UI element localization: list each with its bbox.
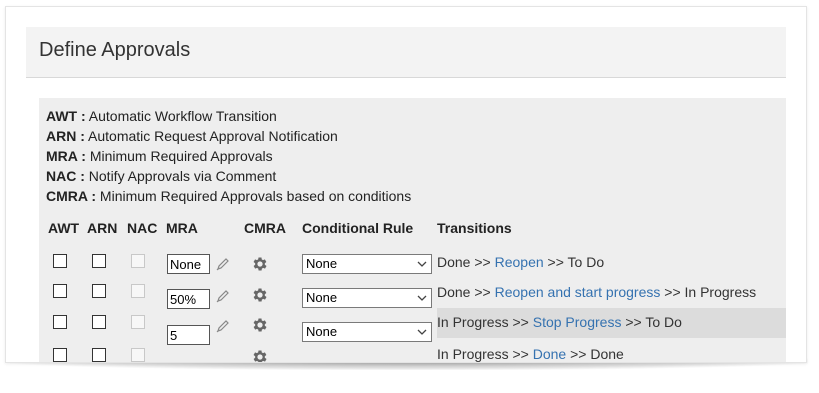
conditional-rule-select[interactable]: None — [302, 254, 432, 274]
column-header-cmra: CMRA — [244, 220, 286, 236]
awt-checkbox[interactable] — [53, 348, 67, 362]
transition-label: Done >> Reopen >> To Do — [437, 254, 605, 270]
gear-icon[interactable] — [251, 286, 269, 304]
table-row: In Progress >> Done >> Done — [39, 338, 786, 363]
transition-link[interactable]: Stop Progress — [533, 314, 622, 330]
arn-checkbox[interactable] — [92, 348, 106, 362]
arn-checkbox[interactable] — [92, 315, 106, 329]
arn-checkbox[interactable] — [92, 254, 106, 268]
arn-checkbox[interactable] — [92, 284, 106, 298]
conditional-rule-select[interactable]: None — [302, 288, 432, 308]
gear-icon[interactable] — [251, 348, 269, 363]
gear-icon[interactable] — [251, 255, 269, 273]
legend-item: ARN : Automatic Request Approval Notific… — [46, 128, 338, 144]
legend-item: MRA : Minimum Required Approvals — [46, 148, 273, 164]
column-header-awt: AWT — [48, 220, 80, 236]
column-header-nac: NAC — [127, 220, 158, 236]
column-header-transitions: Transitions — [437, 220, 512, 236]
transition-label: In Progress >> Done >> Done — [437, 346, 624, 362]
transition-link[interactable]: Done — [533, 346, 566, 362]
awt-checkbox[interactable] — [53, 254, 67, 268]
column-header-arn: ARN — [87, 220, 118, 236]
legend-item: CMRA : Minimum Required Approvals based … — [46, 188, 412, 204]
pencil-icon[interactable] — [215, 318, 231, 334]
nac-checkbox[interactable] — [131, 284, 145, 298]
chevron-down-icon — [417, 329, 427, 335]
page-title: Define Approvals — [39, 39, 191, 61]
legend: AWT : Automatic Workflow Transition ARN … — [46, 106, 411, 206]
gear-icon[interactable] — [251, 316, 269, 334]
approvals-card: Define Approvals AWT : Automatic Workflo… — [5, 6, 807, 363]
table-row: None None Done >> Reopen >> To Do — [39, 248, 786, 278]
transition-label: In Progress >> Stop Progress >> To Do — [437, 314, 682, 330]
pencil-icon[interactable] — [215, 288, 231, 304]
transition-link[interactable]: Reopen and start progress — [495, 284, 661, 300]
transition-link[interactable]: Reopen — [495, 254, 544, 270]
card-header: Define Approvals — [26, 27, 786, 78]
mra-input[interactable]: 50% — [167, 289, 210, 309]
legend-item: AWT : Automatic Workflow Transition — [46, 108, 277, 124]
pencil-icon[interactable] — [215, 256, 231, 272]
awt-checkbox[interactable] — [53, 315, 67, 329]
nac-checkbox[interactable] — [131, 315, 145, 329]
transition-label: Done >> Reopen and start progress >> In … — [437, 284, 757, 300]
table-row: 50% None Done >> Reopen and start progre… — [39, 278, 786, 309]
column-header-conditional-rule: Conditional Rule — [302, 220, 414, 236]
mra-input[interactable]: None — [167, 254, 210, 274]
awt-checkbox[interactable] — [53, 284, 67, 298]
column-header-mra: MRA — [166, 220, 198, 236]
table-row: 5 None In Progress >> Stop Progress >> T… — [39, 308, 786, 345]
chevron-down-icon — [417, 295, 427, 301]
legend-item: NAC : Notify Approvals via Comment — [46, 168, 277, 184]
nac-checkbox[interactable] — [131, 348, 145, 362]
chevron-down-icon — [417, 261, 427, 267]
nac-checkbox[interactable] — [131, 254, 145, 268]
approvals-panel: AWT : Automatic Workflow Transition ARN … — [39, 98, 786, 363]
